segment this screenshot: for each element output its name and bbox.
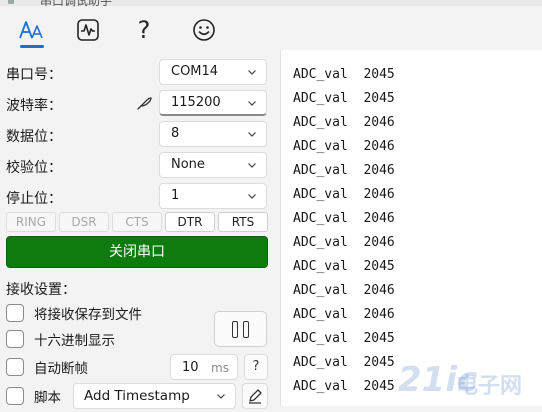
output-line: ADC_val 2046	[293, 163, 395, 178]
output-line: ADC_val 2045	[293, 67, 395, 82]
feather-icon[interactable]	[135, 94, 153, 112]
waveform-icon[interactable]	[68, 12, 108, 48]
output-line: ADC_val 2046	[293, 211, 395, 226]
output-line: ADC_val 2046	[293, 187, 395, 202]
port-value: COM14	[171, 64, 219, 79]
edit-script-button[interactable]	[242, 383, 268, 409]
stopbits-value: 1	[171, 188, 180, 203]
auto-break-row: 自动断帧	[6, 356, 88, 378]
output-line: ADC_val 2045	[293, 355, 395, 370]
databits-select[interactable]: 8	[159, 121, 267, 147]
hex-display-checkbox[interactable]	[6, 330, 24, 348]
signal-dtr[interactable]: DTR	[165, 212, 215, 232]
signal-ring[interactable]: RING	[6, 212, 56, 232]
active-tab-indicator	[20, 45, 44, 48]
close-port-button[interactable]: 关闭串口	[6, 236, 268, 268]
watermark: 21ic 电子网	[398, 358, 538, 402]
chevron-down-icon	[217, 394, 225, 399]
output-line: ADC_val 2045	[293, 259, 395, 274]
output-line: ADC_val 2046	[293, 307, 395, 322]
script-label: 脚本	[34, 390, 61, 406]
save-to-file-row: 将接收保存到文件	[6, 302, 142, 324]
pen-icon	[249, 389, 262, 404]
signal-dsr[interactable]: DSR	[59, 212, 109, 232]
help-icon[interactable]: ?	[124, 12, 164, 48]
output-line: ADC_val 2045	[293, 331, 395, 346]
baud-select[interactable]: 115200	[159, 90, 267, 116]
stopbits-label: 停止位：	[6, 191, 62, 207]
script-select[interactable]: Add Timestamp	[73, 383, 236, 409]
script-row: 脚本	[6, 385, 61, 407]
watermark-text: 电子网	[456, 374, 523, 399]
signal-rts[interactable]: RTS	[218, 212, 268, 232]
receive-settings-title: 接收设置：	[6, 282, 76, 298]
parity-select[interactable]: None	[159, 152, 267, 178]
save-to-file-label: 将接收保存到文件	[34, 307, 142, 323]
break-ms-input[interactable]: 10 ms	[170, 354, 238, 380]
font-settings-icon[interactable]	[12, 12, 52, 48]
auto-break-label: 自动断帧	[34, 361, 88, 377]
output-line: ADC_val 2046	[293, 283, 395, 298]
smiley-icon[interactable]	[184, 12, 224, 48]
databits-label: 数据位：	[6, 129, 62, 145]
baud-value: 115200	[171, 95, 221, 110]
output-line: ADC_val 2046	[293, 115, 395, 130]
hex-display-row: 十六进制显示	[6, 328, 115, 350]
chevron-down-icon	[248, 163, 256, 168]
settings-panel: 串口号： COM14 波特率： 115200 数据位： 8 校验位： None …	[0, 50, 280, 409]
output-line: ADC_val 2045	[293, 91, 395, 106]
signal-lines: RING DSR CTS DTR RTS	[6, 212, 268, 234]
pause-button[interactable]	[214, 311, 267, 347]
chevron-down-icon	[248, 132, 256, 137]
parity-label: 校验位：	[6, 160, 62, 176]
parity-value: None	[171, 157, 205, 172]
output-line: ADC_val 2045	[293, 379, 395, 394]
output-line: ADC_val 2046	[293, 139, 395, 154]
chevron-down-icon	[248, 101, 256, 106]
app-icon	[8, 0, 14, 4]
baud-label: 波特率：	[6, 98, 62, 114]
hex-display-label: 十六进制显示	[34, 333, 115, 349]
stopbits-select[interactable]: 1	[159, 183, 267, 209]
chevron-down-icon	[248, 194, 256, 199]
save-to-file-checkbox[interactable]	[6, 304, 24, 322]
port-label: 串口号：	[6, 67, 62, 83]
toolbar: ?	[0, 6, 280, 50]
break-ms-unit: ms	[211, 361, 229, 375]
script-value: Add Timestamp	[84, 388, 190, 404]
pause-icon	[232, 321, 238, 338]
output-line: ADC_val 2046	[293, 235, 395, 250]
port-select[interactable]: COM14	[159, 59, 267, 85]
databits-value: 8	[171, 126, 180, 141]
break-ms-value: 10	[182, 360, 199, 375]
script-checkbox[interactable]	[6, 387, 24, 405]
chevron-down-icon	[248, 70, 256, 75]
auto-break-checkbox[interactable]	[6, 358, 24, 376]
pause-icon	[243, 321, 249, 338]
receive-output[interactable]: ADC_val 2045 ADC_val 2045 ADC_val 2046 A…	[281, 50, 542, 406]
signal-cts[interactable]: CTS	[112, 212, 162, 232]
break-help-button[interactable]: ?	[244, 354, 268, 380]
